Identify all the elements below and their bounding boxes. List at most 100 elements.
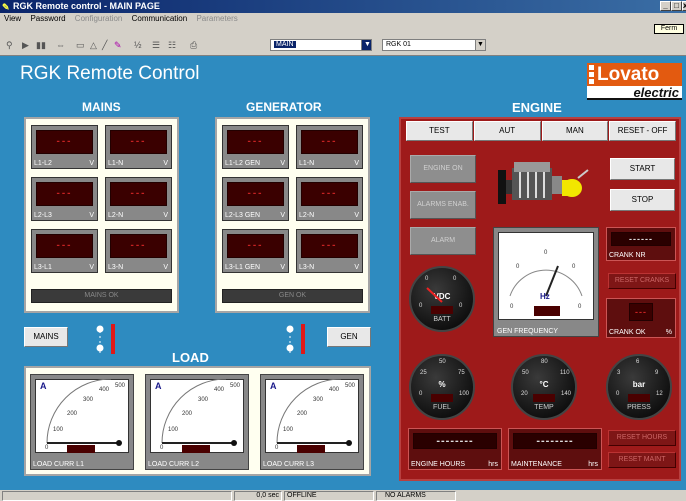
meter-tick-label: 400 (214, 387, 225, 393)
reset-cranks-button[interactable]: RESET CRANKS (608, 273, 676, 289)
triangle-icon[interactable]: △ (90, 40, 97, 50)
engine-on-led: ENGINE ON (410, 155, 476, 183)
rectangle-icon[interactable]: ▭ (76, 40, 85, 50)
gen-l3-l1-display: --- L3-L1 GEN V (222, 229, 289, 273)
minimize-button[interactable]: _ (660, 1, 671, 11)
mode-selector: TEST AUT MAN RESET - OFF (406, 121, 676, 141)
gauge-tick-label: 100 (459, 391, 470, 397)
gauge-tick-label: 3 (617, 370, 621, 376)
engine-icon (498, 162, 589, 204)
gen-l1-n-display: --- L1-N V (296, 125, 363, 169)
gauge-tick-label: 9 (655, 370, 659, 376)
menu-password[interactable]: Password (30, 14, 65, 23)
gauge-tick-label: 12 (656, 391, 663, 397)
meter-tick-label: 500 (230, 383, 241, 389)
start-button[interactable]: START (610, 158, 675, 180)
mains-breaker-icon (96, 324, 115, 356)
toolbar: ⚲ ▶ ▮▮ ⇔ ▭ △ ╱ ✎ ½ ☰ ☷ ⎙ MAIN ▼ RGK 01 ▼ (0, 24, 686, 56)
meter-tick-label: 200 (67, 411, 78, 417)
gauge-tick-label: 75 (458, 370, 465, 376)
maximize-button[interactable]: □ (671, 1, 682, 11)
close-button[interactable]: x (682, 1, 686, 11)
mains-l3-l1-display: --- L3-L1 V (31, 229, 98, 273)
meter-tick-label: 100 (283, 427, 294, 433)
load-current-meter: A LOAD CURR L3 0 100 200 300 400 500 (260, 374, 364, 470)
pause-icon[interactable]: ▮▮ (36, 40, 46, 50)
window-title-bar: ✎ RGK Remote control - MAIN PAGE _ □ x (0, 0, 686, 13)
gen-l2-n-display: --- L2-N V (296, 177, 363, 221)
page-select[interactable]: MAIN ▼ (270, 39, 372, 51)
link-icon[interactable]: ⇔ (56, 40, 65, 50)
grid-icon[interactable]: ☷ (168, 40, 176, 50)
gauge-tick-label: 25 (420, 370, 427, 376)
meter-tick-label: 100 (53, 427, 64, 433)
gen-l1-l2-display: --- L1-L2 GEN V (222, 125, 289, 169)
gauge-tick-label: 50 (522, 370, 529, 376)
play-icon[interactable]: ▶ (22, 40, 29, 50)
pressure-gauge: 0 3 6 9 12 bar PRESS (606, 354, 672, 420)
gauge-tick-label: 50 (439, 359, 446, 365)
generator-panel: --- L1-L2 GEN V --- L1-N V --- L2-L3 GEN V … (215, 117, 370, 313)
mains-heading: MAINS (82, 100, 121, 114)
meter-tick-label: 200 (297, 411, 308, 417)
meter-tick-label: 300 (198, 397, 209, 403)
gauge-tick-label: 0 (419, 391, 423, 397)
device-select[interactable]: RGK 01 ▼ (382, 39, 486, 51)
mains-panel: --- L1-L2 V --- L1-N V --- L2-L3 V --- L2-N… (24, 117, 179, 313)
gen-l2-l3-display: --- L2-L3 GEN V (222, 177, 289, 221)
mains-button[interactable]: MAINS (24, 327, 68, 347)
mains-l2-n-display: --- L2-N V (105, 177, 172, 221)
temperature-gauge: 20 50 80 110 140 °C TEMP (511, 354, 577, 420)
meter-tick-label: 300 (83, 397, 94, 403)
meter-tick-label: 200 (182, 411, 193, 417)
align-icon[interactable]: ☰ (152, 40, 160, 50)
gauge-tick-label: 20 (521, 391, 528, 397)
crank-nr-display: ------ CRANK NR (606, 227, 676, 261)
brush-icon[interactable]: ✎ (114, 40, 122, 50)
svg-text:0: 0 (578, 304, 582, 310)
print-icon[interactable]: ⎙ (190, 40, 197, 50)
menu-communication[interactable]: Communication (132, 14, 188, 23)
mains-l1-n-display: --- L1-N V (105, 125, 172, 169)
alarm-led: ALARM (410, 227, 476, 255)
reset-maint-button[interactable]: RESET MAINT (608, 452, 676, 468)
connect-icon[interactable]: ⚲ (6, 40, 13, 50)
gen-frequency-meter: 0 0 0 0 0 Hz GEN FREQUENCY (493, 227, 599, 337)
meter-tick-label: 500 (115, 383, 126, 389)
fuel-gauge: 0 25 50 75 100 % FUEL (409, 354, 475, 420)
mode-aut-button[interactable]: AUT (473, 121, 541, 141)
alarms-enab-led: ALARMS ENAB. (410, 191, 476, 219)
mode-test-button[interactable]: TEST (406, 121, 473, 141)
gen-button[interactable]: GEN (327, 327, 371, 347)
stop-button[interactable]: STOP (610, 189, 675, 211)
mains-l2-l3-display: --- L2-L3 V (31, 177, 98, 221)
mains-l3-n-display: --- L3-N V (105, 229, 172, 273)
status-alarms: NO ALARMS (376, 491, 456, 501)
mode-man-button[interactable]: MAN (541, 121, 609, 141)
mains-l1-l2-display: --- L1-L2 V (31, 125, 98, 169)
menu-view[interactable]: View (4, 14, 21, 23)
menu-configuration[interactable]: Configuration (75, 14, 123, 23)
meter-tick-label: 400 (329, 387, 340, 393)
crank-ok-display: --- CRANK OK% (606, 298, 676, 338)
reset-hours-button[interactable]: RESET HOURS (608, 430, 676, 446)
line-icon[interactable]: ╱ (102, 40, 107, 50)
meter-tick-label: 500 (345, 383, 356, 389)
meter-tick-label: 300 (313, 397, 324, 403)
mode-reset-off-button[interactable]: RESET - OFF (609, 121, 676, 141)
maintenance-display: -------- MAINTENANCE hrs (508, 428, 602, 470)
svg-text:0: 0 (510, 304, 514, 310)
gen-breaker-icon (286, 324, 305, 356)
tooltip: Ferm (654, 24, 684, 34)
gen-ok-indicator: GEN OK (222, 289, 363, 303)
gauge-tick-label: 110 (560, 370, 570, 376)
battery-gauge: 0000 VDC BATT (409, 266, 475, 332)
menu-parameters[interactable]: Parameters (196, 14, 237, 23)
gauge-tick-label: 140 (561, 391, 572, 397)
svg-text:0: 0 (544, 250, 548, 256)
load-current-meter: A LOAD CURR L1 0 100 200 300 400 500 (30, 374, 134, 470)
app-icon: ✎ (2, 2, 10, 12)
mains-ok-indicator: MAINS OK (31, 289, 172, 303)
scale-icon[interactable]: ½ (134, 40, 142, 50)
meter-tick-label: 100 (168, 427, 179, 433)
